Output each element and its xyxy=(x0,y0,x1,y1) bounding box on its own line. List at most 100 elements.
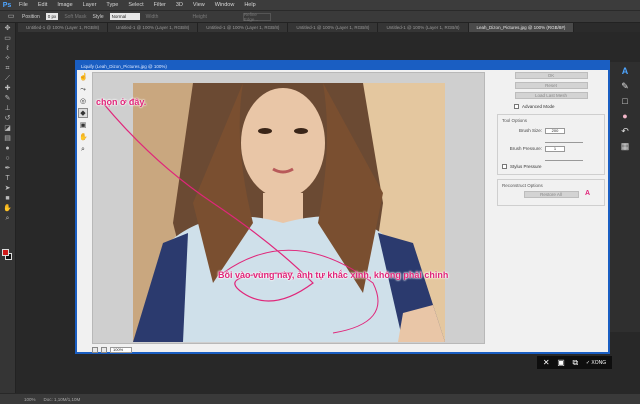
zoom-tool-icon[interactable]: ⌕ xyxy=(78,144,88,154)
foreground-color-swatch[interactable] xyxy=(2,249,9,256)
ok-button[interactable]: OK xyxy=(514,72,588,79)
lasso-tool-icon[interactable]: ℓ xyxy=(3,44,13,53)
menu-window[interactable]: Window xyxy=(210,2,240,8)
rectangle-tool-icon[interactable]: ■ xyxy=(3,194,13,203)
status-zoom[interactable]: 100% xyxy=(24,397,36,402)
zoom-field[interactable]: 100% xyxy=(110,346,132,353)
forward-warp-tool-icon[interactable]: ☝ xyxy=(78,72,88,82)
liquify-options-panel: OK Reset Load Last Mesh Advanced Mode To… xyxy=(494,72,608,352)
zoom-out-button[interactable] xyxy=(92,346,98,353)
doc-tab-active[interactable]: Leah_Dizon_Pictures.jpg @ 100% (RGB/8#) xyxy=(468,23,575,32)
capture-toolbar: ✕ ▣ ⧉ ✓ XONG xyxy=(537,356,612,369)
refine-edge-button[interactable]: Refine Edge... xyxy=(242,12,271,22)
brush-pressure-field[interactable]: 1 xyxy=(545,145,565,152)
liquify-tools: ☝ ⤳ ◎ ◆ ▣ ✋ ⌕ xyxy=(78,72,90,172)
circle-shape-icon[interactable]: ● xyxy=(619,110,631,122)
hand-tool-icon[interactable]: ✋ xyxy=(3,204,13,213)
position-field[interactable]: 0 px xyxy=(45,13,59,20)
done-label: XONG xyxy=(591,359,607,366)
menu-help[interactable]: Help xyxy=(239,2,260,8)
style-label: Style xyxy=(92,13,104,20)
history-panel-icon[interactable]: ↶ xyxy=(619,125,631,137)
annotation-pick-here: chọn ở đây. xyxy=(96,97,147,107)
annotation-paint-hint: Bôi vào vùng này, ảnh tự khắc xinh, khôn… xyxy=(218,270,449,280)
move-tool-icon[interactable]: ✥ xyxy=(3,24,13,33)
advanced-mode-checkbox[interactable] xyxy=(514,103,519,109)
menu-type[interactable]: Type xyxy=(101,2,123,8)
save-icon[interactable]: ▣ xyxy=(557,358,565,367)
load-last-mesh-button[interactable]: Load Last Mesh xyxy=(514,92,588,99)
brush-size-slider[interactable] xyxy=(545,142,583,143)
brush-panel-icon[interactable]: ✎ xyxy=(619,80,631,92)
menu-image[interactable]: Image xyxy=(52,2,77,8)
clone-stamp-icon[interactable]: ⊥ xyxy=(3,104,13,113)
width-label: Width xyxy=(145,13,159,20)
menu-view[interactable]: View xyxy=(188,2,210,8)
magic-wand-icon[interactable]: ✧ xyxy=(3,54,13,63)
freeze-mask-tool-icon[interactable]: ▣ xyxy=(78,120,88,130)
options-bar: ▭ Position 0 px Soft Mask Style Normal W… xyxy=(0,10,640,23)
zoom-in-button[interactable] xyxy=(101,346,107,353)
menu-filter[interactable]: Filter xyxy=(149,2,171,8)
eraser-icon[interactable]: ◪ xyxy=(3,124,13,133)
brush-size-field[interactable]: 200 xyxy=(545,127,565,134)
square-shape-icon[interactable]: □ xyxy=(619,95,631,107)
brush-size-row: Brush Size: 200 xyxy=(498,126,604,135)
soft-mask-option[interactable]: Soft Mask xyxy=(64,14,86,20)
photoshop-logo: Ps xyxy=(2,1,12,9)
reset-button[interactable]: Reset xyxy=(514,82,588,89)
layers-panel-icon[interactable]: ▦ xyxy=(619,140,631,152)
stylus-pressure-checkbox[interactable] xyxy=(502,163,507,169)
menu-layer[interactable]: Layer xyxy=(78,2,102,8)
zoom-bar: 100% xyxy=(92,346,485,353)
tool-options-group: Tool Options Brush Size: 200 Brush Press… xyxy=(497,114,605,175)
doc-tab[interactable]: Untitled-1 @ 100% (Layer 1, RGB/8) xyxy=(378,23,469,32)
brush-size-label: Brush Size: xyxy=(518,128,542,133)
tools-panel: ✥ ▭ ℓ ✧ ⌗ ⟋ ✚ ✎ ⊥ ↺ ◪ ▤ ● ○ ✒ T ➤ ■ ✋ ⌕ xyxy=(0,23,16,393)
zoom-tool-icon[interactable]: ⌕ xyxy=(3,214,13,223)
history-brush-icon[interactable]: ↺ xyxy=(3,114,13,123)
liquify-preview[interactable] xyxy=(92,72,485,344)
stylus-pressure-row[interactable]: Stylus Pressure xyxy=(498,162,604,170)
menu-file[interactable]: File xyxy=(14,2,33,8)
menu-3d[interactable]: 3D xyxy=(171,2,188,8)
doc-tab[interactable]: Untitled-1 @ 100% (Layer 1, RGB/8) xyxy=(18,23,109,32)
healing-brush-icon[interactable]: ✚ xyxy=(3,84,13,93)
doc-tab[interactable]: Untitled-1 @ 100% (Layer 1, RGB/8) xyxy=(198,23,289,32)
character-panel-icon[interactable]: A xyxy=(619,65,631,77)
crop-tool-icon[interactable]: ⌗ xyxy=(3,64,13,73)
pen-tool-icon[interactable]: ✒ xyxy=(3,164,13,173)
done-button[interactable]: ✓ XONG xyxy=(586,360,606,366)
reconstruct-options-group: Reconstruct Options Restore All A xyxy=(497,179,605,206)
blur-tool-icon[interactable]: ● xyxy=(3,144,13,153)
restore-all-button[interactable]: Restore All xyxy=(523,191,579,198)
brush-pressure-label: Brush Pressure: xyxy=(509,146,542,151)
copy-icon[interactable]: ⧉ xyxy=(572,358,578,367)
brush-size-slider-row xyxy=(498,135,604,144)
document-tabs: Untitled-1 @ 100% (Layer 1, RGB/8) Untit… xyxy=(18,23,640,32)
annotation-strokes xyxy=(102,102,379,334)
hand-tool-icon[interactable]: ✋ xyxy=(78,132,88,142)
advanced-mode-row[interactable]: Advanced Mode xyxy=(494,102,608,110)
marquee-tool-icon[interactable]: ▭ xyxy=(6,12,16,21)
doc-tab[interactable]: Untitled-1 @ 100% (Layer 1, RGB/8) xyxy=(288,23,379,32)
brush-tool-icon[interactable]: ✎ xyxy=(3,94,13,103)
close-icon[interactable]: ✕ xyxy=(543,358,550,367)
pucker-tool-icon[interactable]: ◎ xyxy=(78,96,88,106)
liquify-title: Liquify (Leah_Dizon_Pictures.jpg @ 100%) xyxy=(77,62,608,70)
menu-select[interactable]: Select xyxy=(123,2,148,8)
brush-pressure-slider[interactable] xyxy=(545,160,583,161)
type-tool-icon[interactable]: T xyxy=(3,174,13,183)
gradient-tool-icon[interactable]: ▤ xyxy=(3,134,13,143)
dodge-tool-icon[interactable]: ○ xyxy=(3,154,13,163)
bloat-tool-icon[interactable]: ◆ xyxy=(78,108,88,118)
style-select[interactable]: Normal xyxy=(109,13,140,20)
menu-bar: Ps File Edit Image Layer Type Select Fil… xyxy=(0,0,640,10)
advanced-mode-label: Advanced Mode xyxy=(522,103,555,109)
path-selection-icon[interactable]: ➤ xyxy=(3,184,13,193)
marquee-tool-icon[interactable]: ▭ xyxy=(3,34,13,43)
menu-edit[interactable]: Edit xyxy=(33,2,52,8)
doc-tab[interactable]: Untitled-1 @ 100% (Layer 1, RGB/8) xyxy=(108,23,199,32)
eyedropper-icon[interactable]: ⟋ xyxy=(3,74,13,83)
reconstruct-tool-icon[interactable]: ⤳ xyxy=(78,84,88,94)
